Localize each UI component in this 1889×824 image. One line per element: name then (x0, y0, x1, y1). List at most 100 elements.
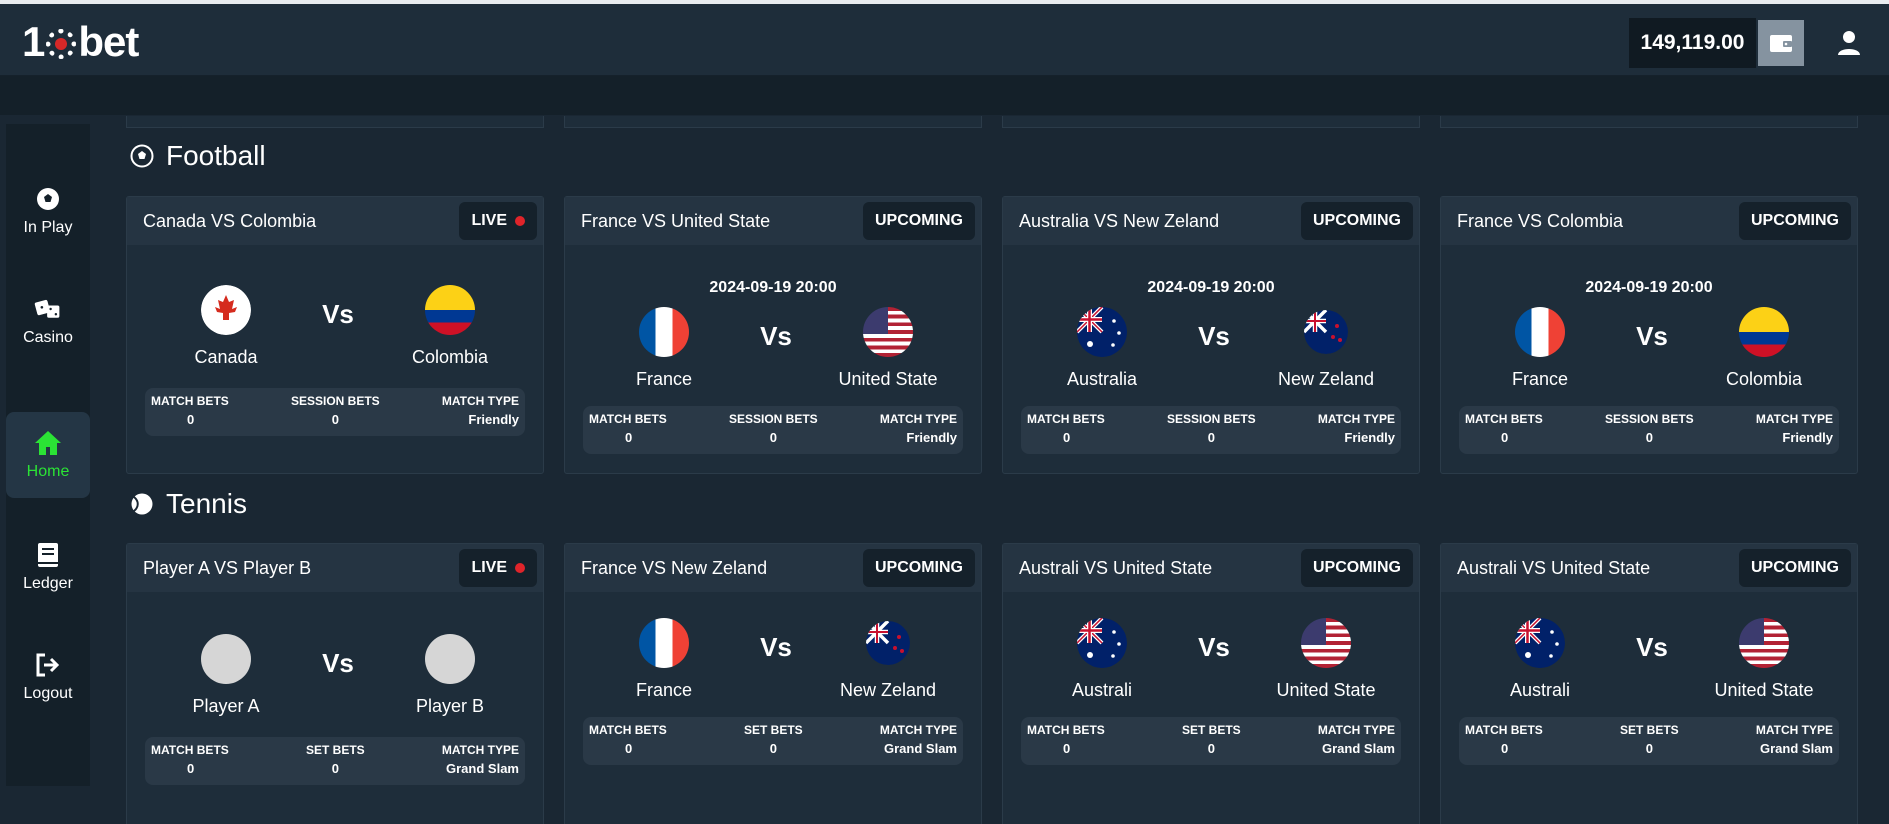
player-avatar-icon (201, 634, 251, 684)
colombia-flag-icon (1739, 307, 1789, 357)
match-card[interactable]: Player A VS Player B LIVE Player A Vs Pl… (126, 543, 544, 824)
stat-label: SESSION BETS (290, 394, 380, 408)
wallet-button[interactable] (1758, 20, 1804, 66)
sidebar-item-ledger[interactable]: Ledger (6, 524, 90, 610)
section-title-text: Tennis (166, 488, 247, 519)
bet-stats: MATCH BETS 0 SET BETS 0 MATCH TYPE Grand Sl… (583, 717, 963, 765)
sidebar-item-label: Home (26, 463, 70, 480)
new-zealand-flag-icon (1304, 310, 1348, 354)
status-text: UPCOMING (1751, 212, 1839, 229)
sidebar: In Play Casino Home Ledger Logout (6, 124, 90, 786)
stat-value: 0 (1501, 430, 1509, 445)
match-title: Australia VS New Zeland (1019, 210, 1220, 231)
stat-label: MATCH TYPE (441, 743, 519, 757)
bet-stats: MATCH BETS 0 SESSION BETS 0 MATCH TYPE Frie… (1459, 406, 1839, 454)
team-name: Australia (1066, 369, 1138, 389)
card-stub (126, 116, 544, 128)
australia-flag-icon (1077, 618, 1127, 668)
user-profile-button[interactable] (1834, 28, 1864, 58)
stat-value: 0 (625, 430, 633, 445)
team-name: Player B (415, 696, 485, 716)
vs-label: Vs (322, 299, 354, 329)
status-text: UPCOMING (875, 559, 963, 576)
team-2: United State (833, 307, 943, 390)
main-content: Football Canada VS Colombia LIVE Canada … (126, 116, 1858, 824)
team-1: Australia (1047, 307, 1157, 390)
stat-label: MATCH TYPE (879, 412, 957, 426)
status-badge: UPCOMING (1301, 549, 1413, 587)
sidebar-item-label: In Play (23, 219, 73, 236)
card-stub (1002, 116, 1420, 128)
status-badge: UPCOMING (1739, 549, 1851, 587)
team-name: New Zeland (1277, 369, 1375, 389)
vs-label: Vs (322, 648, 354, 678)
bet-stats: MATCH BETS 0 SET BETS 0 MATCH TYPE Grand Sl… (145, 737, 525, 785)
stat-label: SET BETS (305, 743, 365, 757)
match-card[interactable]: France VS Colombia UPCOMING 2024-09-19 2… (1440, 196, 1858, 474)
wallet-icon (1770, 35, 1792, 52)
status-text: UPCOMING (1751, 559, 1839, 576)
section-title-text: Football (166, 140, 266, 171)
status-badge: LIVE (459, 202, 537, 240)
match-title: Australi VS United State (1457, 557, 1651, 578)
status-text: UPCOMING (875, 212, 963, 229)
stat-value: 0 (1645, 430, 1653, 445)
player-avatar-icon (425, 634, 475, 684)
match-card[interactable]: Canada VS Colombia LIVE Canada Vs Colomb… (126, 196, 544, 474)
team-1: France (609, 307, 719, 390)
team-2: Colombia (395, 285, 505, 368)
bet-stats: MATCH BETS 0 SESSION BETS 0 MATCH TYPE Frie… (583, 406, 963, 454)
sub-header-bar (0, 76, 1889, 115)
stat-label: MATCH TYPE (1755, 412, 1833, 426)
match-title: Australi VS United State (1019, 557, 1213, 578)
site-logo[interactable]: 1 bet (22, 18, 139, 66)
match-card[interactable]: Australi VS United State UPCOMING Austra… (1440, 543, 1858, 824)
stat-value: Grand Slam (884, 741, 957, 756)
status-text: LIVE (471, 212, 507, 229)
stat-value: Friendly (906, 430, 957, 445)
match-card[interactable]: Australia VS New Zeland UPCOMING 2024-09… (1002, 196, 1420, 474)
match-title: France VS Colombia (1457, 210, 1624, 231)
stat-label: MATCH BETS (1027, 412, 1105, 426)
stat-label: MATCH BETS (1465, 723, 1543, 737)
stat-label: MATCH TYPE (441, 394, 519, 408)
section-title-football: Football (130, 140, 266, 172)
match-card[interactable]: France VS New Zeland UPCOMING France Vs (564, 543, 982, 824)
status-badge: LIVE (459, 549, 537, 587)
home-icon (35, 431, 61, 455)
team-name: Canada (194, 347, 258, 367)
team-1: France (1485, 307, 1595, 390)
stat-value: 0 (331, 412, 339, 427)
book-icon (38, 543, 58, 567)
match-title: France VS New Zeland (581, 557, 768, 578)
section-title-tennis: Tennis (130, 488, 247, 520)
australia-flag-icon (1077, 307, 1127, 357)
stat-label: SET BETS (1181, 723, 1241, 737)
sidebar-item-label: Casino (23, 329, 73, 346)
france-flag-icon (639, 307, 689, 357)
stat-value: 0 (625, 741, 633, 756)
sidebar-item-in-play[interactable]: In Play (6, 168, 90, 254)
team-name: France (635, 369, 693, 389)
match-card[interactable]: France VS United State UPCOMING 2024-09-… (564, 196, 982, 474)
usa-flag-icon (1301, 618, 1351, 668)
stat-label: SESSION BETS (728, 412, 818, 426)
sidebar-item-home[interactable]: Home (6, 412, 90, 498)
team-1: Canada (171, 285, 281, 368)
stat-value: 0 (769, 741, 777, 756)
card-stub (1440, 116, 1858, 128)
stat-label: MATCH TYPE (1755, 723, 1833, 737)
usa-flag-icon (1739, 618, 1789, 668)
sidebar-item-casino[interactable]: Casino (6, 278, 90, 364)
status-badge: UPCOMING (863, 549, 975, 587)
vs-label: Vs (1198, 321, 1230, 351)
match-card[interactable]: Australi VS United State UPCOMING Austra… (1002, 543, 1420, 824)
stat-value: 0 (1063, 430, 1071, 445)
sidebar-item-logout[interactable]: Logout (6, 634, 90, 720)
team-2: Colombia (1709, 307, 1819, 390)
vs-label: Vs (1636, 632, 1668, 662)
new-zealand-flag-icon (866, 621, 910, 665)
team-1: Australi (1047, 618, 1157, 701)
match-datetime: 2024-09-19 20:00 (1585, 279, 1713, 296)
stat-label: MATCH BETS (151, 743, 229, 757)
